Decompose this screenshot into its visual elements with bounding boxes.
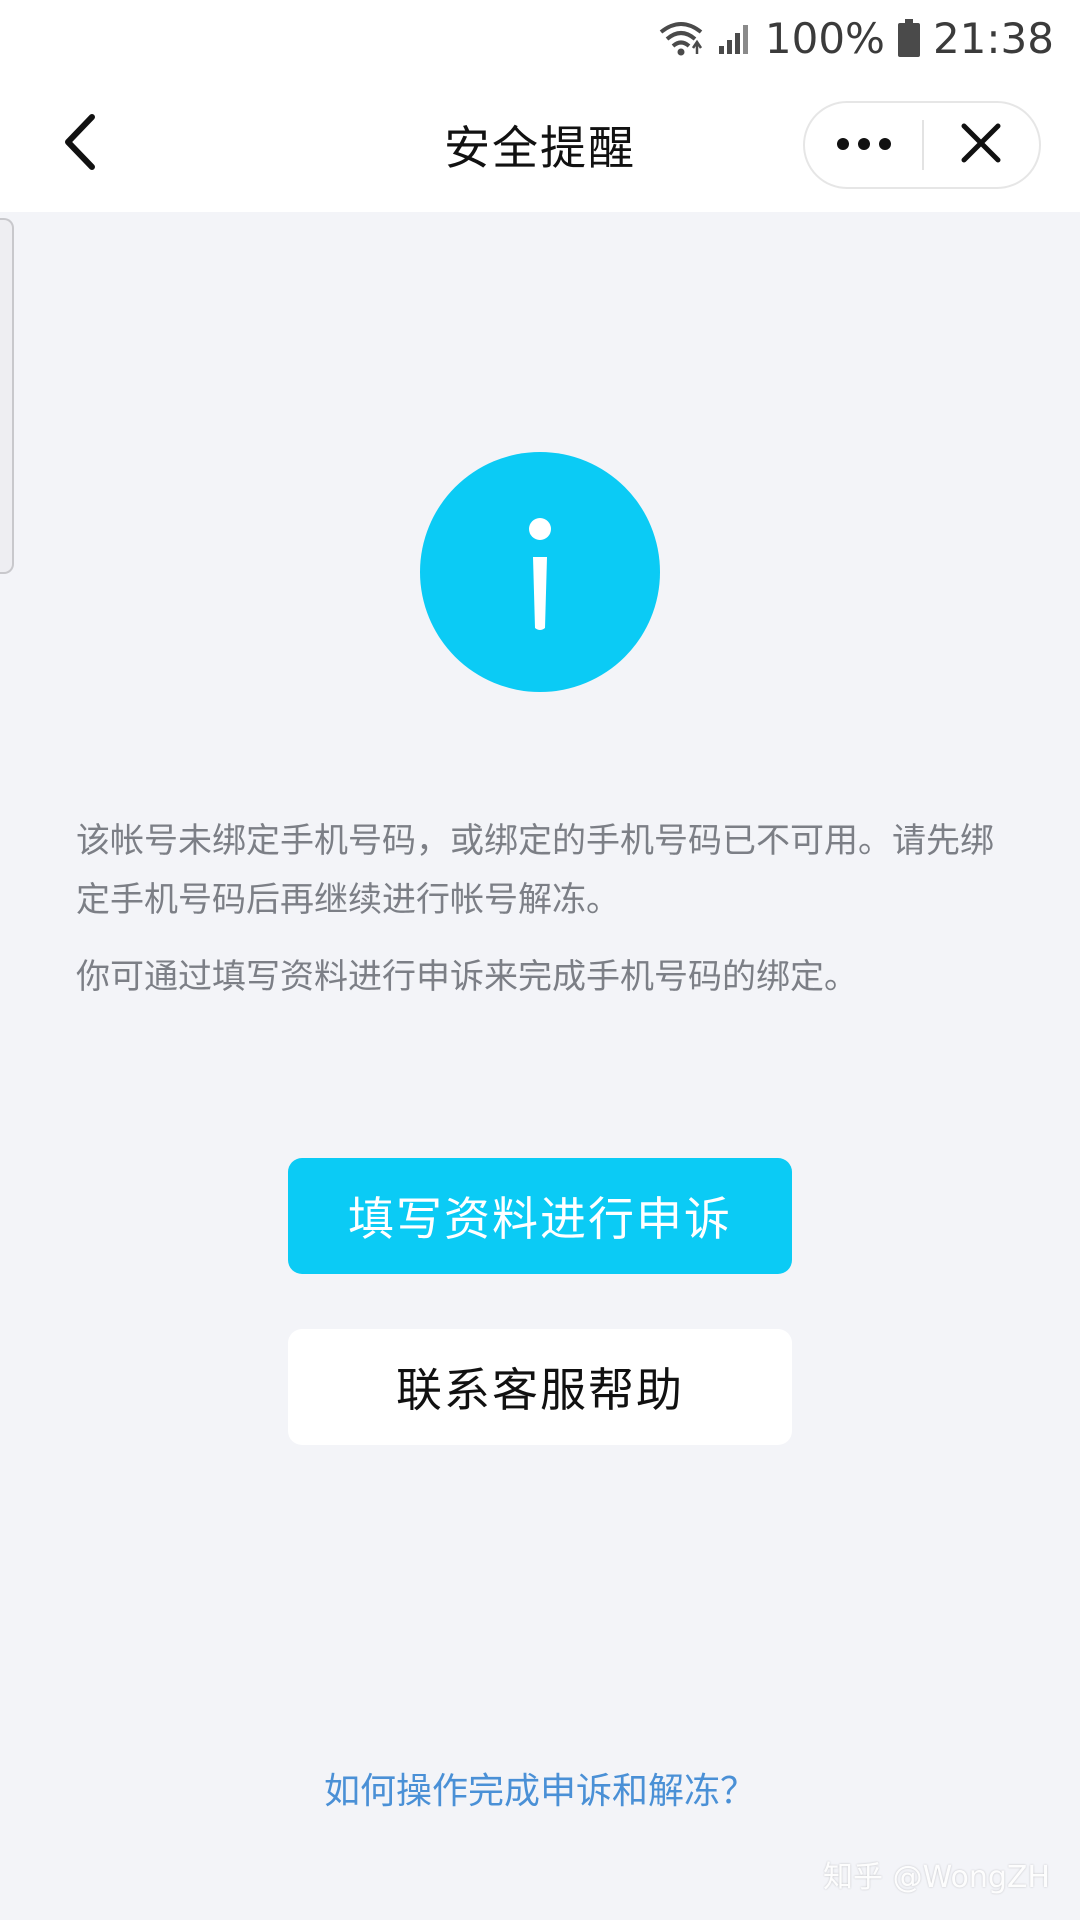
- appeal-button[interactable]: 填写资料进行申诉: [288, 1158, 792, 1274]
- more-button[interactable]: [805, 103, 922, 187]
- help-link[interactable]: 如何操作完成申诉和解冻？: [0, 1762, 1080, 1814]
- close-icon: [960, 122, 1002, 168]
- watermark: 知乎 @WongZH: [823, 1860, 1050, 1895]
- info-icon: [420, 452, 660, 692]
- battery-percent: 100%: [764, 13, 885, 63]
- close-button[interactable]: [924, 103, 1039, 187]
- more-dots-icon: [836, 136, 892, 155]
- message-appeal-hint: 你可通过填写资料进行申诉来完成手机号码的绑定。: [76, 957, 858, 997]
- signal-icon: [717, 20, 753, 56]
- message-unbound-phone: 该帐号未绑定手机号码，或绑定的手机号码已不可用。请先绑定手机号码后再继续进行帐号…: [76, 821, 994, 920]
- wifi-icon: [657, 18, 705, 58]
- status-time: 21:38: [932, 13, 1054, 63]
- contact-support-button[interactable]: 联系客服帮助: [288, 1329, 792, 1445]
- mini-program-capsule: [803, 101, 1041, 189]
- nav-bar: 安全提醒: [0, 76, 1080, 212]
- battery-icon: [897, 18, 921, 58]
- status-bar: 100% 21:38: [0, 0, 1080, 76]
- side-drawer-handle[interactable]: [0, 218, 14, 574]
